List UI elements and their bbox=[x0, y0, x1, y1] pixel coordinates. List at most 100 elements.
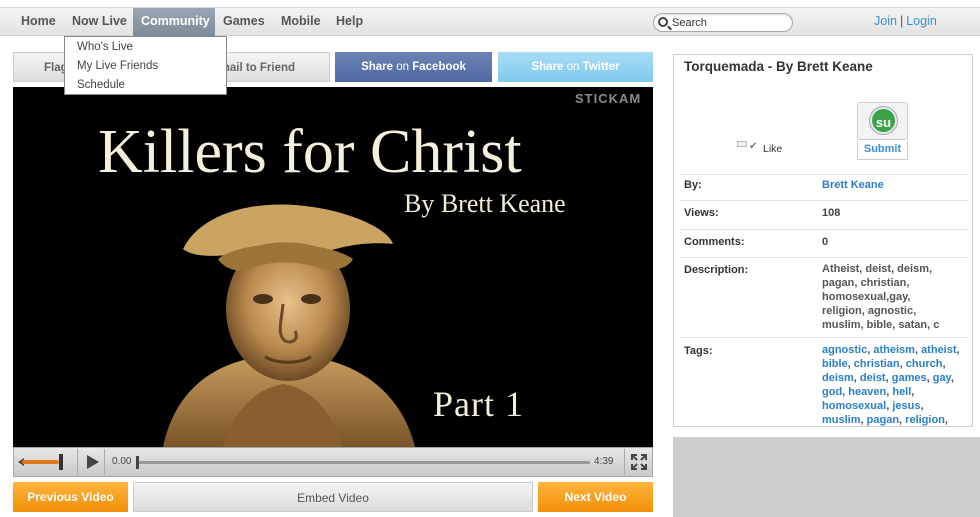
video-player[interactable]: Killers for Christ By Brett Keane Part 1… bbox=[13, 87, 653, 447]
twitter-share-word: Share bbox=[531, 61, 564, 73]
menu-item-whos-live[interactable]: Who's Live bbox=[77, 41, 133, 53]
tag-link[interactable]: muslim bbox=[822, 414, 861, 426]
tag-link[interactable]: deist bbox=[860, 372, 886, 384]
search-icon bbox=[658, 17, 668, 27]
nav-home[interactable]: Home bbox=[13, 8, 64, 36]
tag-link[interactable]: atheism bbox=[873, 344, 915, 356]
current-time: 0.00 bbox=[112, 456, 132, 467]
twitter-brand: Twitter bbox=[582, 61, 620, 73]
video-info-panel: Torquemada - By Brett Keane ✔ Like su Su… bbox=[673, 54, 973, 427]
tag-link[interactable]: religion bbox=[905, 414, 945, 426]
seek-handle[interactable] bbox=[136, 456, 139, 469]
auth-links: Join | Login bbox=[874, 8, 937, 36]
like-checkbox[interactable] bbox=[737, 141, 747, 147]
fullscreen-button[interactable] bbox=[624, 449, 652, 475]
share-facebook-button[interactable]: Share on Facebook bbox=[335, 52, 492, 82]
tags-label: Tags: bbox=[684, 345, 713, 357]
divider bbox=[680, 200, 968, 201]
tag-separator: , bbox=[920, 400, 924, 412]
volume-fill bbox=[22, 460, 59, 464]
like-label[interactable]: Like bbox=[763, 143, 782, 155]
top-nav-bar: Home Now Live Community Games Mobile Hel… bbox=[0, 7, 980, 36]
tag-link[interactable]: agnostic bbox=[822, 344, 867, 356]
divider bbox=[680, 257, 968, 258]
video-control-bar: 0.00 4:39 bbox=[13, 447, 653, 477]
seek-bar[interactable] bbox=[136, 456, 590, 469]
nav-games[interactable]: Games bbox=[215, 8, 273, 36]
description-label: Description: bbox=[684, 264, 749, 276]
comments-label: Comments: bbox=[684, 236, 745, 248]
video-info-title: Torquemada - By Brett Keane bbox=[684, 59, 873, 74]
nav-now-live[interactable]: Now Live bbox=[64, 8, 135, 36]
volume-slider[interactable] bbox=[18, 454, 72, 470]
tag-link[interactable]: jesus bbox=[892, 400, 920, 412]
by-label: By: bbox=[684, 179, 702, 191]
facebook-on-word: on bbox=[396, 61, 410, 73]
embed-video-button[interactable]: Embed Video bbox=[133, 482, 533, 512]
author-link[interactable]: Brett Keane bbox=[822, 179, 884, 191]
stumbleupon-icon: su bbox=[870, 107, 897, 134]
description-line: muslim, bible, satan, c bbox=[822, 319, 940, 331]
stickam-watermark: STICKAM bbox=[575, 91, 642, 106]
tag-link[interactable]: christian bbox=[854, 358, 900, 370]
nav-mobile[interactable]: Mobile bbox=[273, 8, 329, 36]
twitter-on-word: on bbox=[566, 61, 580, 73]
tag-separator: , bbox=[942, 358, 946, 370]
description-line: Atheist, deist, deism, bbox=[822, 263, 933, 275]
share-twitter-button[interactable]: Share on Twitter bbox=[498, 52, 653, 82]
tag-link[interactable]: games bbox=[892, 372, 927, 384]
divider bbox=[680, 229, 968, 230]
total-time: 4:39 bbox=[594, 456, 614, 467]
next-video-button[interactable]: Next Video bbox=[538, 482, 653, 512]
tag-separator: , bbox=[950, 372, 954, 384]
comments-value: 0 bbox=[822, 236, 829, 248]
volume-handle[interactable] bbox=[59, 454, 63, 470]
tag-separator: , bbox=[956, 344, 960, 356]
login-link[interactable]: Login bbox=[906, 14, 937, 28]
video-part-text: Part 1 bbox=[433, 384, 524, 424]
divider bbox=[680, 174, 968, 175]
nav-community[interactable]: Community bbox=[133, 8, 215, 36]
tag-link[interactable]: pagan bbox=[867, 414, 899, 426]
menu-item-schedule[interactable]: Schedule bbox=[77, 79, 125, 91]
nav-help[interactable]: Help bbox=[328, 8, 371, 36]
video-title-text: Killers for Christ bbox=[98, 118, 522, 186]
tag-link[interactable]: atheist bbox=[921, 344, 956, 356]
ad-placeholder bbox=[673, 437, 980, 517]
tags-list: agnostic, atheism, atheist, bible, chris… bbox=[822, 343, 966, 427]
fullscreen-icon bbox=[631, 454, 647, 470]
description-line: pagan, christian, bbox=[822, 277, 910, 289]
tag-link[interactable]: deism bbox=[822, 372, 854, 384]
stumbleupon-badge[interactable]: su bbox=[857, 102, 908, 140]
facebook-brand: Facebook bbox=[412, 61, 466, 73]
menu-item-my-live-friends[interactable]: My Live Friends bbox=[77, 60, 158, 72]
search-input[interactable] bbox=[672, 16, 790, 30]
tag-separator: , bbox=[944, 414, 948, 426]
play-icon bbox=[87, 455, 99, 469]
tag-link[interactable]: gay bbox=[933, 372, 951, 384]
views-value: 108 bbox=[822, 207, 841, 219]
views-label: Views: bbox=[684, 207, 719, 219]
tag-link[interactable]: homosexual bbox=[822, 400, 886, 412]
tag-link[interactable]: heaven bbox=[848, 386, 886, 398]
divider bbox=[680, 337, 968, 338]
join-link[interactable]: Join bbox=[874, 14, 897, 28]
community-dropdown-menu: Who's Live My Live Friends Schedule bbox=[64, 36, 227, 95]
play-button[interactable] bbox=[77, 449, 105, 475]
stumbleupon-submit-button[interactable]: Submit bbox=[857, 141, 908, 160]
description-line: homosexual,gay, bbox=[822, 291, 911, 303]
tag-link[interactable]: church bbox=[906, 358, 943, 370]
tag-link[interactable]: god bbox=[822, 386, 842, 398]
previous-video-button[interactable]: Previous Video bbox=[13, 482, 128, 512]
portrait-image bbox=[163, 204, 415, 447]
checkmark-icon: ✔ bbox=[749, 141, 758, 152]
search-box[interactable] bbox=[653, 13, 793, 32]
tag-link[interactable]: bible bbox=[822, 358, 848, 370]
auth-separator: | bbox=[899, 14, 904, 28]
description-line: religion, agnostic, bbox=[822, 305, 917, 317]
description-text: Atheist, deist, deism, pagan, christian,… bbox=[822, 262, 962, 332]
facebook-share-word: Share bbox=[361, 61, 394, 73]
tag-link[interactable]: hell bbox=[892, 386, 911, 398]
video-author-text: By Brett Keane bbox=[404, 189, 566, 218]
tag-separator: , bbox=[911, 386, 915, 398]
